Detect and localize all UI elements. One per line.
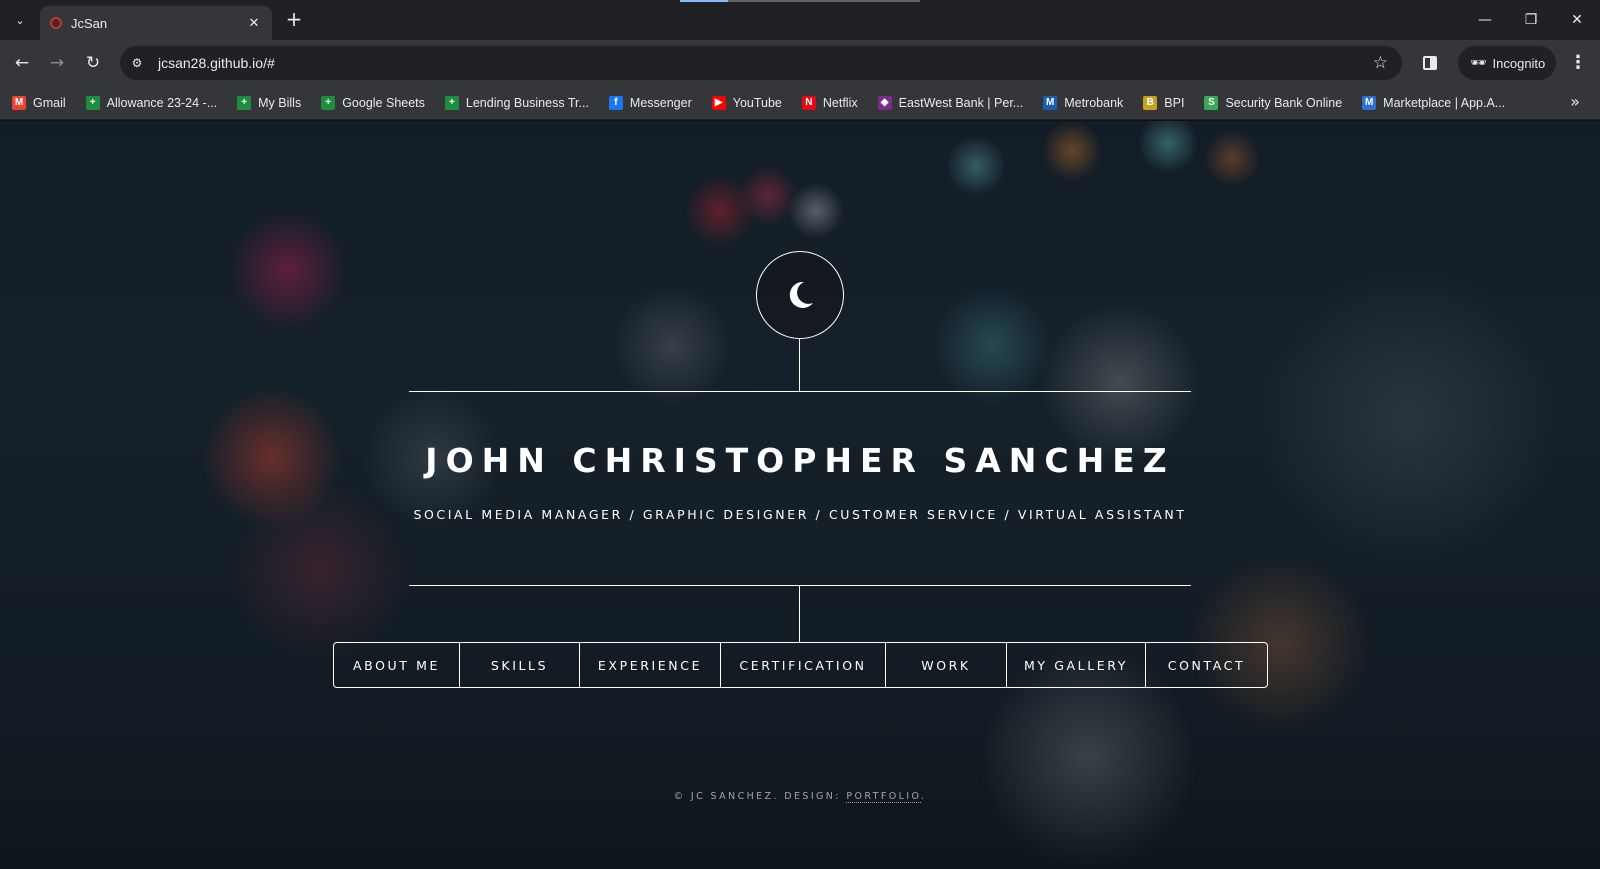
- bookmark-label: Allowance 23-24 -...: [106, 95, 218, 110]
- bookmark-label: Gmail: [33, 95, 66, 110]
- side-panel-button[interactable]: [1420, 52, 1440, 74]
- divider-bottom: [409, 585, 1191, 586]
- page-load-progress-fill: [680, 0, 728, 2]
- footer-portfolio-link[interactable]: PORTFOLIO: [846, 791, 921, 803]
- connector-line-bottom: [799, 586, 800, 642]
- incognito-icon: 🕶: [1470, 55, 1487, 71]
- incognito-badge[interactable]: 🕶 Incognito: [1458, 46, 1556, 80]
- tab-favicon-icon: [50, 17, 62, 29]
- nav-skills[interactable]: SKILLS: [460, 643, 580, 687]
- browser-menu-icon[interactable]: ⋮: [1565, 50, 1591, 76]
- sheets-icon: +: [321, 95, 336, 110]
- main-nav: ABOUT ME SKILLS EXPERIENCE CERTIFICATION…: [333, 642, 1268, 688]
- footer-suffix: .: [921, 791, 927, 802]
- minimize-button[interactable]: —: [1462, 0, 1508, 40]
- bookmarks-bar: M Gmail + Allowance 23-24 -... + My Bills + Goo…: [0, 86, 1600, 120]
- marketplace-icon: M: [1362, 95, 1377, 110]
- bookmark-label: Messenger: [629, 95, 692, 110]
- nav-work[interactable]: WORK: [886, 643, 1007, 687]
- nav-experience[interactable]: EXPERIENCE: [580, 643, 721, 687]
- bookmark-label: Google Sheets: [342, 95, 425, 110]
- bookmark-label: BPI: [1164, 95, 1185, 110]
- bookmark-label: Security Bank Online: [1225, 95, 1343, 110]
- browser-toolbar: ← → ↻ ⚙ jcsan28.github.io/# ☆ 🕶 Incognit…: [0, 40, 1600, 86]
- netflix-icon: N: [801, 95, 816, 110]
- bookmark-item[interactable]: B BPI: [1143, 90, 1192, 116]
- nav-certification[interactable]: CERTIFICATION: [721, 643, 886, 687]
- bookmark-item[interactable]: + Allowance 23-24 -...: [85, 90, 225, 116]
- nav-contact[interactable]: CONTACT: [1146, 643, 1267, 687]
- footer-copyright: © JC SANCHEZ. DESIGN:: [673, 791, 847, 802]
- gmail-icon: M: [12, 95, 26, 110]
- site-name: JOHN CHRISTOPHER SANCHEZ: [425, 441, 1175, 480]
- incognito-label: Incognito: [1492, 55, 1546, 71]
- bookmark-star-icon[interactable]: ☆: [1373, 53, 1388, 73]
- background-overlay: [0, 121, 1600, 869]
- connector-line-top: [799, 339, 800, 391]
- bookmark-label: Marketplace | App.A...: [1383, 95, 1506, 110]
- tab-strip: ⌄ JcSan ✕ + — ❐ ✕: [0, 0, 1600, 40]
- facebook-icon: f: [608, 95, 623, 110]
- forward-button[interactable]: →: [43, 49, 71, 77]
- bookmark-item[interactable]: M Gmail: [12, 90, 74, 116]
- close-window-button[interactable]: ✕: [1554, 0, 1600, 40]
- logo: [756, 251, 844, 339]
- tab-close-icon[interactable]: ✕: [246, 16, 262, 31]
- chevron-down-icon: ⌄: [15, 13, 25, 27]
- tab-search-button[interactable]: ⌄: [8, 8, 32, 32]
- sheets-icon: +: [444, 95, 459, 110]
- sheets-icon: +: [237, 95, 252, 110]
- site-info-icon[interactable]: ⚙: [124, 50, 150, 76]
- bookmark-item[interactable]: S Security Bank Online: [1204, 90, 1350, 116]
- page-load-progress: [680, 0, 920, 2]
- new-tab-button[interactable]: +: [282, 8, 306, 32]
- tab-title: JcSan: [71, 15, 108, 31]
- moon-icon: [789, 281, 813, 308]
- url-text[interactable]: jcsan28.github.io/#: [158, 55, 1373, 71]
- side-panel-icon: [1423, 56, 1437, 70]
- eastwest-icon: ◆: [877, 95, 892, 110]
- bookmark-item[interactable]: f Messenger: [608, 90, 700, 116]
- bookmark-item[interactable]: + Lending Business Tr...: [444, 90, 597, 116]
- bookmark-item[interactable]: + Google Sheets: [321, 90, 433, 116]
- sheets-icon: +: [85, 95, 100, 110]
- bookmark-item[interactable]: M Metrobank: [1043, 90, 1131, 116]
- nav-about-me[interactable]: ABOUT ME: [334, 643, 460, 687]
- bookmark-label: Lending Business Tr...: [465, 95, 589, 110]
- bookmark-label: Netflix: [822, 95, 858, 110]
- footer: © JC SANCHEZ. DESIGN: PORTFOLIO.: [0, 791, 1600, 803]
- page-viewport: JOHN CHRISTOPHER SANCHEZ SOCIAL MEDIA MA…: [0, 121, 1600, 869]
- restore-button[interactable]: ❐: [1508, 0, 1554, 40]
- window-controls: — ❐ ✕: [1462, 0, 1600, 40]
- reload-button[interactable]: ↻: [79, 49, 107, 77]
- bookmark-label: EastWest Bank | Per...: [898, 95, 1024, 110]
- bookmark-item[interactable]: M Marketplace | App.A...: [1362, 90, 1513, 116]
- metrobank-icon: M: [1043, 95, 1058, 110]
- divider-top: [409, 391, 1191, 392]
- bookmark-label: Metrobank: [1064, 95, 1124, 110]
- browser-tab-active[interactable]: JcSan ✕: [40, 6, 272, 40]
- bookmark-item[interactable]: ▶ YouTube: [711, 90, 790, 116]
- bookmark-label: YouTube: [732, 95, 782, 110]
- bpi-icon: B: [1143, 95, 1158, 110]
- address-bar[interactable]: ⚙ jcsan28.github.io/# ☆: [120, 46, 1402, 80]
- back-button[interactable]: ←: [8, 49, 36, 77]
- bookmark-item[interactable]: ◆ EastWest Bank | Per...: [877, 90, 1032, 116]
- youtube-icon: ▶: [711, 95, 726, 110]
- bookmarks-overflow-icon[interactable]: »: [1570, 92, 1580, 111]
- bookmark-label: My Bills: [258, 95, 302, 110]
- bookmark-item[interactable]: + My Bills: [237, 90, 309, 116]
- securitybank-icon: S: [1204, 95, 1219, 110]
- bookmark-item[interactable]: N Netflix: [801, 90, 866, 116]
- site-tagline: SOCIAL MEDIA MANAGER / GRAPHIC DESIGNER …: [413, 507, 1187, 522]
- nav-my-gallery[interactable]: MY GALLERY: [1007, 643, 1146, 687]
